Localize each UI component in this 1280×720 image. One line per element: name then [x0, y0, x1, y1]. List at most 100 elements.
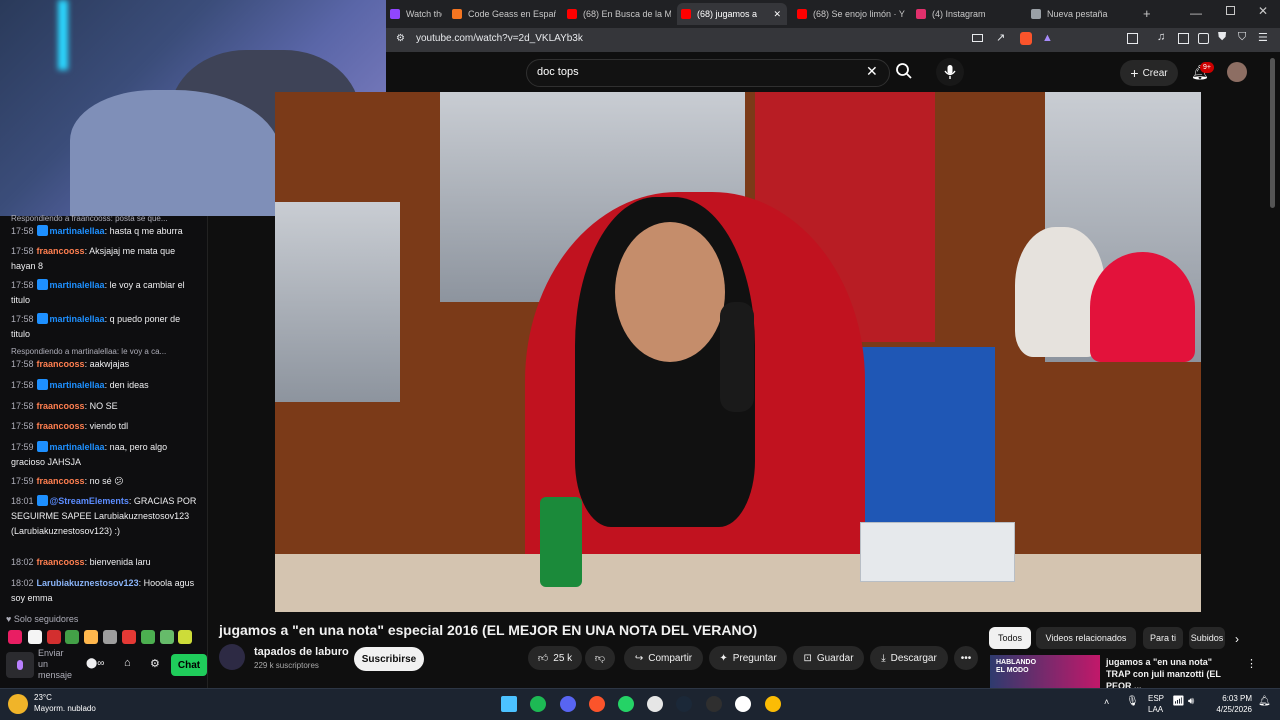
more-vert-icon[interactable]: ⋮: [1246, 657, 1257, 670]
github-icon[interactable]: [647, 696, 663, 712]
tray-chevron-icon[interactable]: ˄: [1104, 697, 1109, 707]
vpn-icon[interactable]: ⛊: [1218, 31, 1226, 44]
message-username[interactable]: fraancooss: [37, 421, 85, 431]
message-username[interactable]: martinalellaa: [50, 280, 105, 290]
music-icon[interactable]: ♫: [1157, 31, 1165, 43]
emote-icon[interactable]: [122, 630, 136, 644]
emote-icon[interactable]: [47, 630, 61, 644]
like-button[interactable]: 👍︎ 25 k: [528, 646, 582, 670]
page-scrollbar[interactable]: [1270, 58, 1275, 208]
site-info-icon[interactable]: ⚙: [396, 33, 405, 44]
filter-chip[interactable]: Para ti: [1143, 627, 1183, 649]
filter-chip[interactable]: Todos: [989, 627, 1031, 649]
emote-icon[interactable]: [160, 630, 174, 644]
dislike-button[interactable]: 👎︎: [585, 646, 615, 670]
search-icon[interactable]: [895, 62, 913, 80]
search-input[interactable]: doc tops: [537, 66, 579, 78]
chevron-right-icon[interactable]: ›: [1235, 632, 1239, 646]
tab-1[interactable]: Code Geass en Español: [448, 3, 556, 25]
steam-icon[interactable]: [676, 696, 692, 712]
bits-icon[interactable]: ⬤∞: [86, 658, 104, 669]
filter-chip[interactable]: Subidos: [1189, 627, 1225, 649]
message-username[interactable]: @StreamElements: [50, 496, 129, 506]
download-button[interactable]: ⤓ Descargar: [870, 646, 948, 670]
message-username[interactable]: martinalellaa: [50, 226, 105, 236]
emote-icon[interactable]: [84, 630, 98, 644]
message-username[interactable]: fraancooss: [37, 246, 85, 256]
screenshot-icon[interactable]: [1127, 33, 1138, 44]
message-username[interactable]: Larubiakuznestosov123: [37, 578, 139, 588]
discord-icon[interactable]: [560, 696, 576, 712]
emote-icon[interactable]: [65, 630, 79, 644]
tab-6[interactable]: Nueva pestaña: [1027, 3, 1135, 25]
brave-shield-icon[interactable]: [1020, 32, 1032, 45]
new-tab-plus-icon[interactable]: +: [1143, 6, 1151, 21]
emote-icon[interactable]: [178, 630, 192, 644]
emote-icon[interactable]: [8, 630, 22, 644]
share-icon[interactable]: ↗: [996, 31, 1005, 44]
related-video-thumbnail[interactable]: HABLANDO EL MODO: [990, 655, 1100, 688]
tab-4[interactable]: (68) Se enojo limón · Y: [793, 3, 905, 25]
weather-widget[interactable]: 23°C Mayorm. nublado: [34, 692, 96, 714]
message-username[interactable]: martinalellaa: [50, 380, 105, 390]
channel-name[interactable]: tapados de laburo: [254, 646, 349, 658]
related-video-title[interactable]: jugamos a "en una nota" TRAP con juli ma…: [1106, 656, 1236, 692]
close-tab-icon[interactable]: ✕: [773, 3, 781, 25]
sidebar-icon[interactable]: [1178, 33, 1189, 44]
wifi-icon[interactable]: 📶︎: [1172, 696, 1185, 707]
chrome-icon[interactable]: [765, 696, 781, 712]
chat-input[interactable]: Enviar un mensaje: [38, 648, 74, 681]
language-indicator[interactable]: ESP LAA: [1148, 693, 1164, 715]
volume-icon[interactable]: 🔊︎: [1188, 696, 1194, 707]
create-button[interactable]: + Crear: [1120, 60, 1178, 86]
clear-search-icon[interactable]: ✕: [866, 63, 878, 80]
brave-rewards-icon[interactable]: ▲: [1042, 32, 1053, 44]
tab-2[interactable]: (68) En Busca de la Mejor: [563, 3, 671, 25]
message-username[interactable]: fraancooss: [37, 557, 85, 567]
maximize-icon[interactable]: [1226, 6, 1235, 15]
message-username[interactable]: martinalellaa: [50, 314, 105, 324]
weather-icon[interactable]: [8, 694, 28, 714]
ask-button[interactable]: ✦ Preguntar: [709, 646, 787, 670]
message-username[interactable]: fraancooss: [37, 359, 85, 369]
notification-center-icon[interactable]: 🔔︎: [1258, 696, 1271, 707]
video-player[interactable]: [275, 92, 1201, 612]
save-button[interactable]: ⊡ Guardar: [793, 646, 864, 670]
spotify-icon[interactable]: [530, 696, 546, 712]
clock[interactable]: 6:03 PM 4/25/2026: [1212, 693, 1252, 715]
minimize-icon[interactable]: —: [1190, 6, 1202, 20]
tray-mic-icon[interactable]: 🎙︎: [1126, 696, 1139, 707]
emote-icon[interactable]: [103, 630, 117, 644]
shield-icon[interactable]: ⛉: [1238, 31, 1246, 44]
wallet-icon[interactable]: [1198, 33, 1209, 44]
obs-icon[interactable]: [706, 696, 722, 712]
settings-gear-icon[interactable]: ⚙: [150, 657, 160, 670]
brave-browser-icon[interactable]: [589, 696, 605, 712]
message-username[interactable]: martinalellaa: [50, 442, 105, 452]
user-avatar[interactable]: [1227, 62, 1247, 82]
subscribe-button[interactable]: Suscribirse: [354, 647, 424, 671]
channel-avatar[interactable]: [219, 644, 245, 670]
message-username[interactable]: fraancooss: [37, 476, 85, 486]
tab-5[interactable]: (4) Instagram: [912, 3, 1020, 25]
emote-icon[interactable]: [141, 630, 155, 644]
emote-icon[interactable]: [28, 630, 42, 644]
search-box[interactable]: [526, 59, 890, 87]
menu-icon[interactable]: ☰: [1258, 31, 1268, 44]
share-button[interactable]: ↪ Compartir: [624, 646, 703, 670]
more-actions-button[interactable]: •••: [954, 646, 978, 670]
url-field[interactable]: youtube.com/watch?v=2d_VKLAYb3k: [416, 33, 583, 44]
message-username[interactable]: fraancooss: [37, 401, 85, 411]
mic-button[interactable]: [6, 652, 34, 678]
tab-3[interactable]: (68) jugamos a ✕: [677, 3, 787, 25]
capcut-icon[interactable]: [735, 696, 751, 712]
filter-chip[interactable]: Videos relacionados: [1036, 627, 1136, 649]
close-window-icon[interactable]: ✕: [1258, 4, 1268, 18]
windows-start-icon[interactable]: [501, 696, 517, 712]
tab-0[interactable]: Watch the VOD: [386, 3, 442, 25]
store-icon[interactable]: ⌂: [124, 657, 131, 669]
chat-send-button[interactable]: Chat: [171, 654, 207, 676]
cast-icon[interactable]: [972, 34, 983, 42]
voice-search-icon[interactable]: [936, 58, 964, 86]
whatsapp-icon[interactable]: [618, 696, 634, 712]
